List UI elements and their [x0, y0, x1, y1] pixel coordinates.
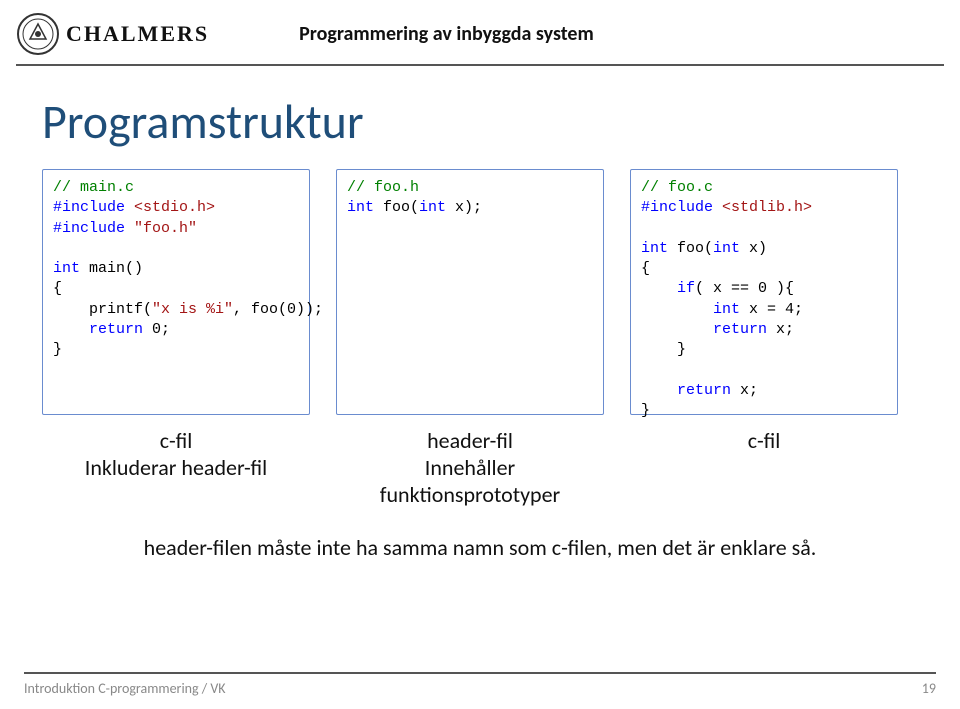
code-text: } — [641, 341, 686, 358]
code-string: "x is %i" — [152, 301, 233, 318]
code-comment: // main.c — [53, 179, 134, 196]
code-text: , foo(0)); — [233, 301, 323, 318]
code-box-main-c: // main.c #include <stdio.h> #include "f… — [42, 169, 310, 415]
code-text: foo( — [374, 199, 419, 216]
code-box-foo-c: // foo.c #include <stdlib.h> int foo(int… — [630, 169, 898, 415]
code-keyword: return — [677, 382, 731, 399]
code-text: printf( — [53, 301, 152, 318]
code-text: 0; — [143, 321, 170, 338]
label-text: c-fil — [630, 427, 898, 454]
code-include-path: <stdio.h> — [134, 199, 215, 216]
code-text: } — [641, 402, 650, 419]
code-keyword: #include — [53, 199, 134, 216]
course-title: Programmering av inbyggda system — [299, 22, 594, 46]
label-text: c-fil — [42, 427, 310, 454]
label-col-3: c-fil — [630, 427, 898, 508]
brand-name: CHALMERS — [66, 21, 209, 47]
code-comment: // foo.c — [641, 179, 713, 196]
code-comment: // foo.h — [347, 179, 419, 196]
code-text — [641, 382, 677, 399]
code-text: x = 4; — [740, 301, 803, 318]
code-row: // main.c #include <stdio.h> #include "f… — [0, 169, 960, 415]
code-include-path: "foo.h" — [134, 220, 197, 237]
code-box-foo-h: // foo.h int foo(int x); — [336, 169, 604, 415]
label-col-1: c-fil Inkluderar header-fil — [42, 427, 310, 508]
label-text: funktionsprototyper — [336, 481, 604, 508]
code-keyword: #include — [641, 199, 722, 216]
code-keyword: return — [713, 321, 767, 338]
label-text: Innehåller — [336, 454, 604, 481]
label-text: header-fil — [336, 427, 604, 454]
label-col-2: header-fil Innehåller funktionsprototype… — [336, 427, 604, 508]
code-text — [53, 321, 89, 338]
code-text: x); — [446, 199, 482, 216]
code-text: x; — [767, 321, 794, 338]
code-text — [641, 301, 713, 318]
code-keyword: int — [641, 240, 668, 257]
code-text: ( x == 0 ){ — [695, 280, 794, 297]
code-keyword: int — [713, 240, 740, 257]
slide-footer: Introduktion C-programmering / VK 19 — [0, 672, 960, 697]
code-text: main() — [80, 260, 143, 277]
code-keyword: int — [347, 199, 374, 216]
code-text: x) — [740, 240, 767, 257]
labels-row: c-fil Inkluderar header-fil header-fil I… — [0, 427, 960, 508]
footer-left-text: Introduktion C-programmering / VK — [24, 680, 226, 697]
slide-header: CHALMERS Programmering av inbyggda syste… — [0, 0, 960, 60]
footer-divider — [24, 672, 936, 674]
page-number: 19 — [922, 680, 936, 697]
label-text: Inkluderar header-fil — [42, 454, 310, 481]
code-text: } — [53, 341, 62, 358]
chalmers-seal-icon — [16, 12, 60, 56]
code-text: { — [641, 260, 650, 277]
code-text: x; — [731, 382, 758, 399]
code-keyword: int — [713, 301, 740, 318]
code-keyword: #include — [53, 220, 134, 237]
code-keyword: int — [419, 199, 446, 216]
code-text — [641, 280, 677, 297]
code-keyword: int — [53, 260, 80, 277]
code-text: foo( — [668, 240, 713, 257]
code-text — [641, 321, 713, 338]
code-text: { — [53, 280, 62, 297]
code-keyword: if — [677, 280, 695, 297]
footer-note: header-filen måste inte ha samma namn so… — [0, 534, 960, 561]
code-include-path: <stdlib.h> — [722, 199, 812, 216]
code-keyword: return — [89, 321, 143, 338]
slide-title: Programstruktur — [0, 66, 960, 161]
